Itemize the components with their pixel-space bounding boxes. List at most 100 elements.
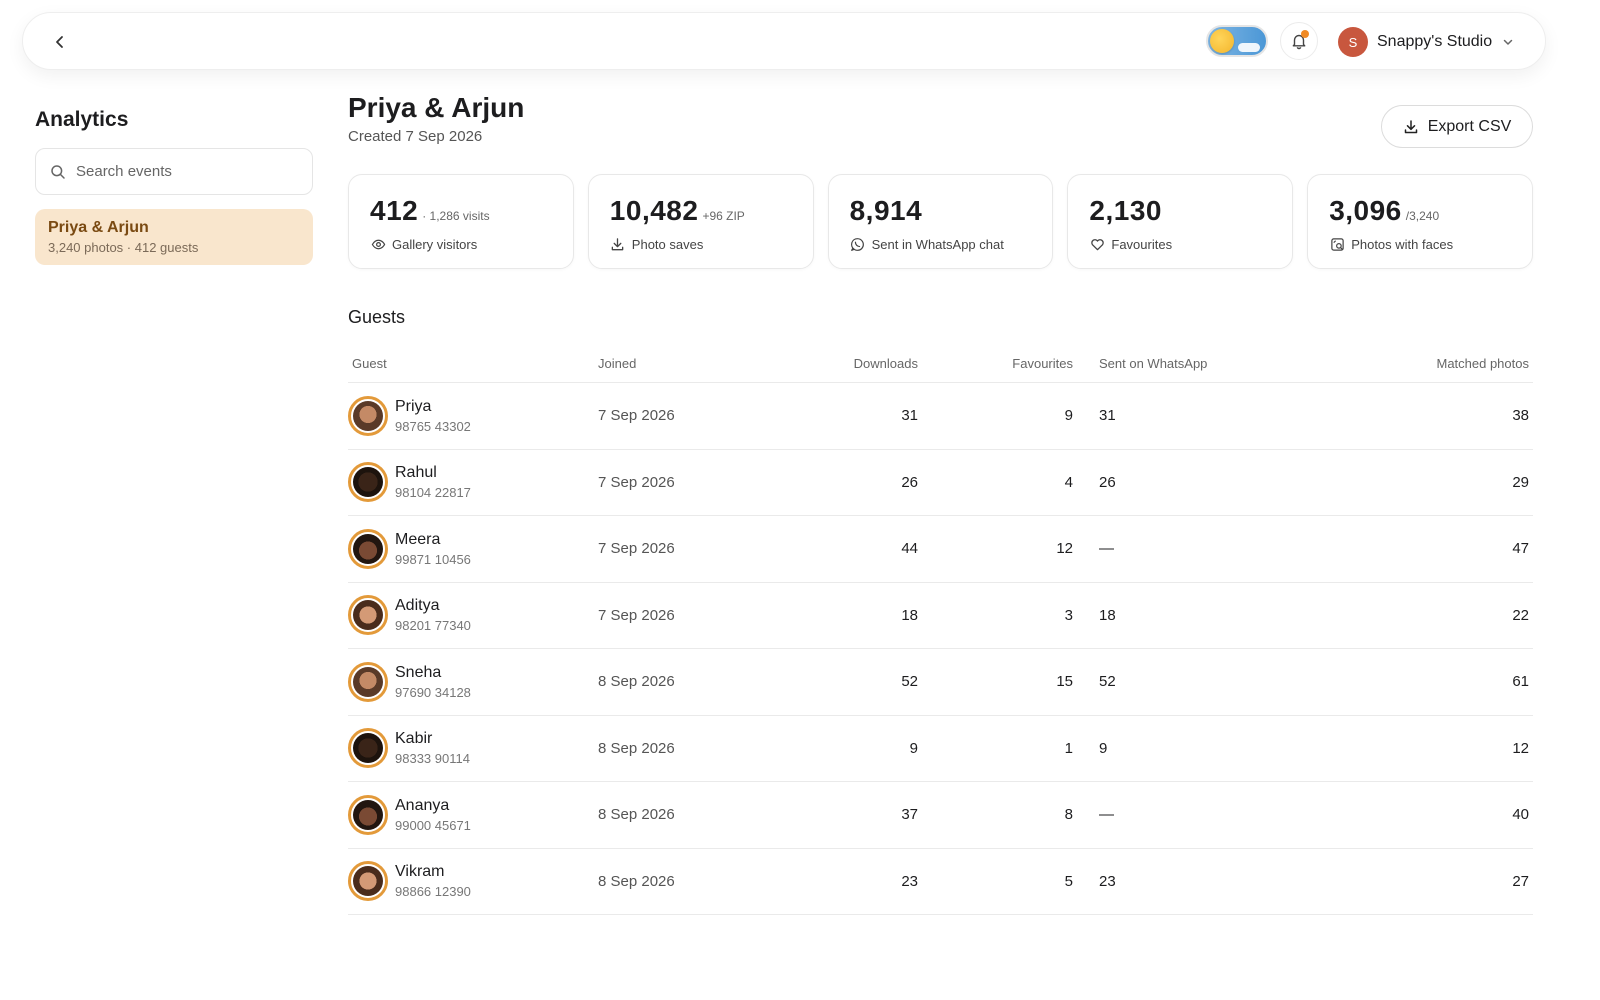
search-input[interactable] xyxy=(76,163,296,180)
stat-extra: · 1,286 visits xyxy=(422,209,490,223)
stat-value: 2,130 xyxy=(1089,195,1162,226)
guest-whatsapp: 26 xyxy=(1099,473,1116,491)
guest-matched: 38 xyxy=(1512,407,1529,425)
guest-whatsapp: — xyxy=(1099,540,1114,558)
notification-dot xyxy=(1301,30,1309,38)
guest-favourites: 5 xyxy=(1064,872,1073,890)
guest-joined: 7 Sep 2026 xyxy=(598,407,675,425)
guest-downloads: 23 xyxy=(901,872,918,890)
table-row[interactable]: Rahul 98104 22817 7 Sep 2026 26 4 26 29 xyxy=(348,450,1533,516)
table-row[interactable]: Sneha 97690 34128 8 Sep 2026 52 15 52 61 xyxy=(348,649,1533,716)
guest-favourites: 9 xyxy=(1064,407,1073,425)
account-name: Snappy's Studio xyxy=(1377,33,1493,50)
column-favourites[interactable]: Favourites xyxy=(918,356,1073,371)
stat-label: Photo saves xyxy=(631,236,704,252)
guest-matched: 22 xyxy=(1512,606,1529,624)
guest-joined: 7 Sep 2026 xyxy=(598,540,675,558)
stat-card-photos-with-faces: 3,096/3,240 Photos with faces xyxy=(1307,174,1533,269)
stat-extra: +96 ZIP xyxy=(702,209,745,223)
eye-icon xyxy=(370,236,386,252)
guest-name: Vikram xyxy=(395,863,445,881)
column-whatsapp[interactable]: Sent on WhatsApp xyxy=(1073,356,1273,371)
stat-value: 3,096 xyxy=(1329,195,1402,226)
stat-label: Photos with faces xyxy=(1351,236,1454,252)
account-menu[interactable]: S Snappy's Studio xyxy=(1338,26,1514,58)
guest-whatsapp: 52 xyxy=(1099,673,1116,691)
guest-avatar xyxy=(348,528,388,569)
search-icon xyxy=(51,164,65,179)
guest-joined: 7 Sep 2026 xyxy=(598,473,675,491)
theme-toggle[interactable] xyxy=(1206,25,1268,57)
guest-name: Kabir xyxy=(395,730,433,748)
guest-whatsapp: — xyxy=(1099,806,1114,824)
guest-phone: 98104 22817 xyxy=(395,485,471,501)
page-title: Priya & Arjun xyxy=(348,92,525,123)
guest-matched: 29 xyxy=(1512,473,1529,491)
guest-name: Sneha xyxy=(395,663,442,681)
guest-joined: 7 Sep 2026 xyxy=(598,606,675,624)
stat-card-whatsapp: 8,914 Sent in WhatsApp chat xyxy=(827,174,1054,269)
whatsapp-icon xyxy=(850,236,866,252)
guest-phone: 97690 34128 xyxy=(395,684,471,700)
guest-joined: 8 Sep 2026 xyxy=(598,872,675,890)
guest-phone: 98201 77340 xyxy=(395,618,471,634)
search-box[interactable] xyxy=(35,148,313,195)
column-joined[interactable]: Joined xyxy=(598,356,798,371)
column-downloads[interactable]: Downloads xyxy=(798,356,918,371)
chevron-down-icon xyxy=(1502,36,1514,48)
table-row[interactable]: Kabir 98333 90114 8 Sep 2026 9 1 9 12 xyxy=(348,716,1533,782)
guest-favourites: 8 xyxy=(1064,806,1073,824)
guest-favourites: 12 xyxy=(1056,540,1073,558)
stat-label: Favourites xyxy=(1111,236,1173,252)
guest-downloads: 18 xyxy=(901,606,918,624)
guest-joined: 8 Sep 2026 xyxy=(598,739,675,757)
sidebar-item-event[interactable]: Priya & Arjun 3,240 photos · 412 guests xyxy=(35,209,313,265)
stat-value: 10,482 xyxy=(609,195,699,226)
event-name: Priya & Arjun xyxy=(48,219,149,236)
guest-whatsapp: 23 xyxy=(1099,872,1116,890)
stat-label: Gallery visitors xyxy=(392,236,478,252)
guest-whatsapp: 18 xyxy=(1099,606,1116,624)
download-icon xyxy=(610,236,626,252)
download-icon xyxy=(1404,119,1417,133)
guest-favourites: 1 xyxy=(1064,739,1073,757)
guests-table: Guest Joined Downloads Favourites Sent o… xyxy=(348,345,1533,915)
table-row[interactable]: Ananya 99000 45671 8 Sep 2026 37 8 — 40 xyxy=(348,782,1533,849)
guest-avatar xyxy=(348,595,388,636)
column-matched-photos[interactable]: Matched photos xyxy=(1273,356,1533,371)
table-row[interactable]: Priya 98765 43302 7 Sep 2026 31 9 31 38 xyxy=(348,383,1533,450)
guest-matched: 61 xyxy=(1512,673,1529,691)
guest-name: Priya xyxy=(395,397,432,415)
cloud-icon xyxy=(1238,43,1260,52)
top-bar: S Snappy's Studio xyxy=(22,12,1546,70)
stat-card-photo-saves: 10,482 +96 ZIP Photo saves xyxy=(587,174,814,269)
table-row[interactable]: Meera 99871 10456 7 Sep 2026 44 12 — 47 xyxy=(348,516,1533,583)
guest-avatar xyxy=(348,861,388,902)
guest-avatar xyxy=(348,395,388,436)
export-csv-button[interactable]: Export CSV xyxy=(1381,105,1533,148)
table-row[interactable]: Vikram 98866 12390 8 Sep 2026 23 5 23 27 xyxy=(348,849,1533,915)
chevron-left-icon xyxy=(56,36,63,48)
guest-name: Aditya xyxy=(395,597,440,615)
guest-phone: 98866 12390 xyxy=(395,884,471,900)
stat-card-gallery-visitors: 412 · 1,286 visits Gallery visitors xyxy=(348,174,574,269)
stat-label: Sent in WhatsApp chat xyxy=(871,236,1004,252)
table-row[interactable]: Aditya 98201 77340 7 Sep 2026 18 3 18 22 xyxy=(348,583,1533,649)
column-guest[interactable]: Guest xyxy=(348,356,598,371)
notifications-button[interactable] xyxy=(1280,22,1318,60)
guest-downloads: 9 xyxy=(909,739,918,757)
sidebar-title: Analytics xyxy=(35,108,129,131)
guest-downloads: 52 xyxy=(901,673,918,691)
guest-favourites: 4 xyxy=(1064,473,1073,491)
guest-avatar xyxy=(348,794,388,835)
guest-joined: 8 Sep 2026 xyxy=(598,806,675,824)
back-button[interactable] xyxy=(47,29,73,55)
guest-downloads: 44 xyxy=(901,540,918,558)
guest-downloads: 31 xyxy=(901,407,918,425)
guest-phone: 98333 90114 xyxy=(395,751,470,767)
heart-icon xyxy=(1089,236,1105,252)
face-photo-icon xyxy=(1329,236,1345,252)
guest-matched: 12 xyxy=(1512,739,1529,757)
guest-phone: 99000 45671 xyxy=(395,817,471,833)
guest-matched: 40 xyxy=(1512,806,1529,824)
